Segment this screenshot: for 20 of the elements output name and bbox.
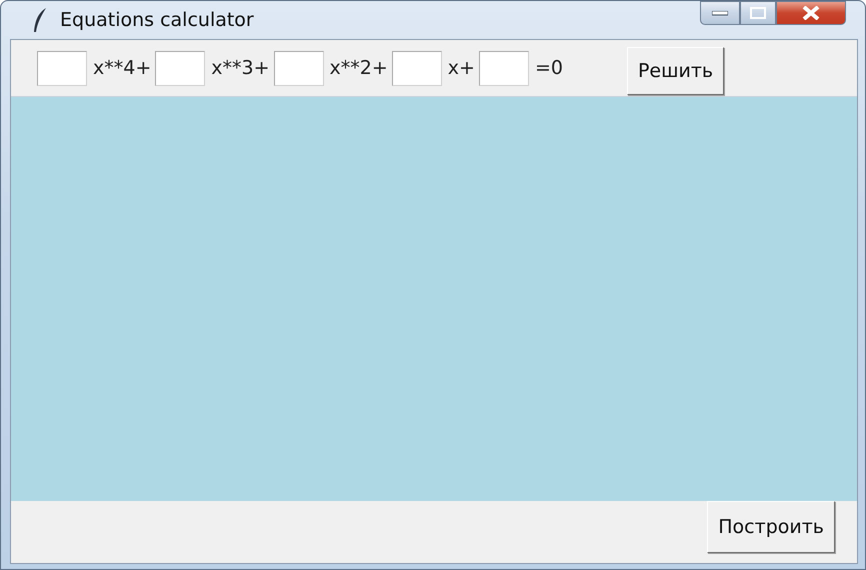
term-label: x**2+ bbox=[330, 57, 388, 79]
maximize-button[interactable] bbox=[740, 1, 776, 25]
term-label: x**4+ bbox=[93, 57, 152, 79]
maximize-icon bbox=[750, 7, 766, 19]
window-title: Equations calculator bbox=[60, 9, 255, 31]
coefficient-field[interactable] bbox=[392, 50, 442, 86]
solve-button[interactable]: Решить bbox=[626, 47, 724, 95]
close-icon bbox=[802, 6, 820, 20]
close-button[interactable] bbox=[776, 1, 846, 25]
coefficient-field[interactable] bbox=[274, 50, 324, 86]
coefficient-field[interactable] bbox=[155, 50, 206, 86]
term-label: =0 bbox=[534, 57, 564, 79]
minimize-button[interactable] bbox=[700, 1, 740, 25]
plot-button[interactable]: Построить bbox=[707, 501, 835, 553]
term-label: x+ bbox=[448, 57, 475, 79]
term-label: x**3+ bbox=[211, 57, 270, 79]
minimize-icon bbox=[712, 10, 728, 16]
coefficient-field[interactable] bbox=[478, 50, 529, 86]
coefficient-field[interactable] bbox=[37, 50, 87, 86]
feather-icon bbox=[32, 7, 48, 33]
